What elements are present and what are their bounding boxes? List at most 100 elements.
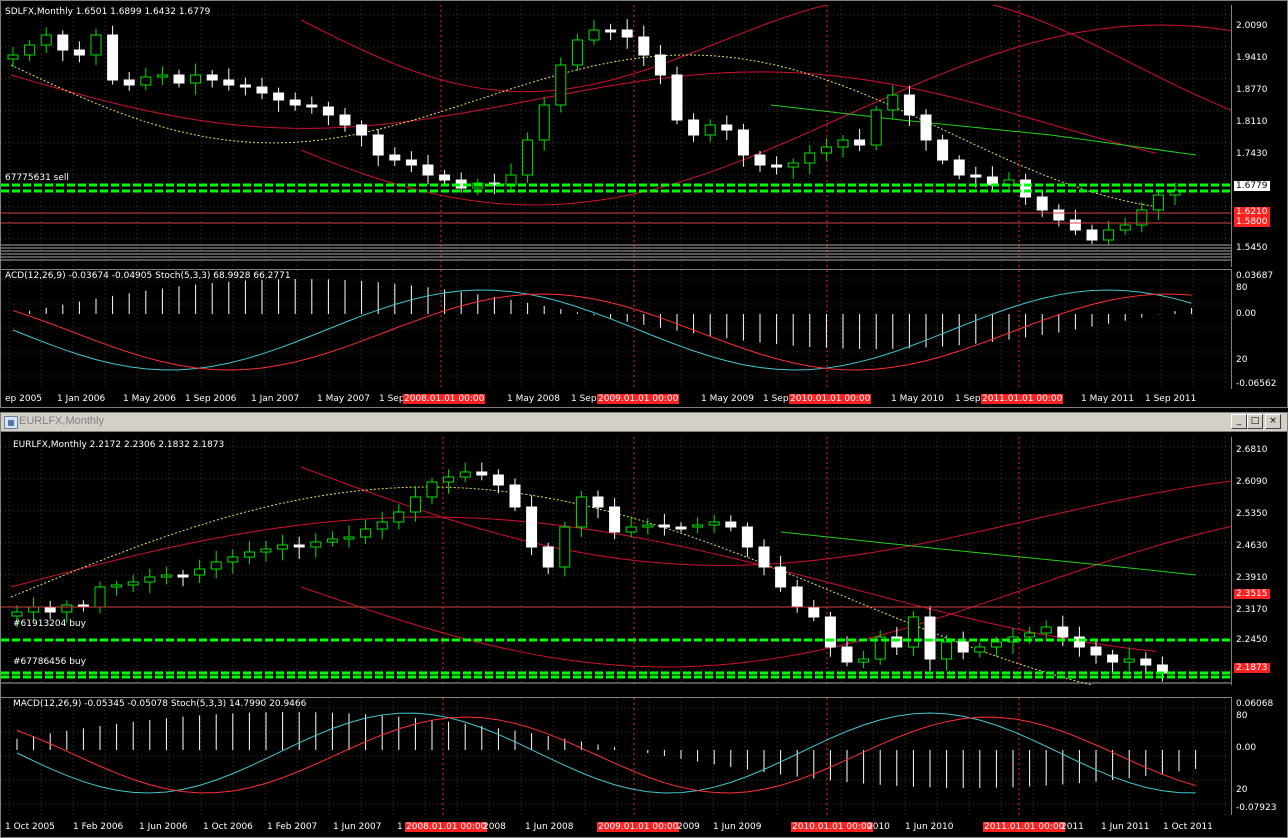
candle-body (758, 546, 770, 568)
candle-body (808, 606, 820, 618)
candle-body (642, 524, 654, 528)
candle-body (243, 551, 255, 558)
current-price-box: 1.6779 (1234, 181, 1270, 191)
date-tick: 1 Sep (955, 394, 981, 404)
date-tick: 1 May 2011 (1081, 394, 1134, 404)
date-tick: 1 May 2010 (891, 394, 944, 404)
date-tick: 1 Sep (571, 394, 597, 404)
date-tick: 1 Feb 2006 (73, 822, 124, 832)
candle-body (293, 544, 305, 548)
top-price-chart[interactable] (1, 5, 1231, 267)
candle-body (111, 584, 123, 588)
date-tick: 1 Feb 2007 (267, 822, 318, 832)
date-cursor-label: 2009.01.01 00:00 (597, 394, 680, 404)
candle-body (173, 74, 185, 84)
candle-body (277, 544, 289, 550)
candle-body (907, 616, 919, 648)
ind-tick: 20 (1236, 355, 1248, 365)
candle-body (223, 79, 235, 86)
candle-body (575, 496, 587, 528)
candle-body (190, 74, 202, 84)
minimize-button[interactable]: _ (1231, 414, 1247, 429)
top-date-axis: ep 2005 1 Jan 2006 1 May 2006 1 Sep 2006… (1, 391, 1231, 407)
date-cursor-label: 2008.01.01 00:00 (403, 394, 486, 404)
candle-body (692, 524, 704, 528)
candle-body (721, 124, 733, 131)
candle-body (1040, 626, 1052, 634)
candle-body (638, 36, 650, 56)
red-price-box: 2.3515 (1234, 589, 1270, 599)
bottom-indicator-header: MACD(12,26,9) -0.05345 -0.05078 Stoch(5,… (13, 699, 307, 709)
candle-body (439, 174, 451, 181)
candle-body (409, 496, 421, 513)
candle-body (704, 124, 716, 136)
candle-body (44, 606, 56, 613)
candle-body (741, 526, 753, 548)
bottom-window-titlebar[interactable]: ▦ EURLFX,Monthly _ □ × (1, 413, 1287, 432)
candle-body (28, 606, 40, 613)
candle-body (854, 139, 866, 146)
candle-body (40, 34, 52, 46)
candle-body (1152, 194, 1164, 211)
candle-body (1020, 179, 1032, 198)
price-tick: 1.5450 (1236, 243, 1268, 253)
candle-body (306, 104, 318, 108)
bottom-indicator-panel[interactable] (1, 697, 1231, 816)
candle-body (990, 641, 1002, 648)
ma-long (780, 531, 1197, 576)
top-indicator-panel[interactable] (1, 269, 1231, 390)
candle-body (1036, 196, 1048, 211)
date-tick: 1 Jan 2006 (57, 394, 106, 404)
candle-body (903, 94, 915, 116)
chart-window-icon: ▦ (4, 416, 18, 429)
candle-body (1140, 658, 1152, 666)
price-tick: 2.6090 (1236, 477, 1268, 487)
stoch-signal (12, 293, 1192, 371)
candle-body (1103, 229, 1115, 241)
date-tick: 1 (397, 822, 403, 832)
candle-body (7, 54, 19, 60)
date-tick: 1 Sep 2006 (185, 394, 237, 404)
candle-body (870, 109, 882, 146)
price-tick: 2.5350 (1236, 509, 1268, 519)
window-title: EURLFX,Monthly (19, 415, 104, 427)
order-label-buy: #61913204 buy (13, 619, 86, 629)
candle-body (127, 581, 139, 586)
candle-body (459, 471, 471, 478)
red-price-box: 2.1873 (1234, 663, 1270, 673)
order-label-sell: 67775631 sell (5, 173, 69, 183)
candle-body (61, 604, 73, 613)
candle-body (592, 496, 604, 508)
candle-body (144, 576, 156, 583)
candle-body (688, 119, 700, 136)
candle-body (771, 164, 783, 168)
price-tick: 1.7430 (1236, 149, 1268, 159)
top-chart-window[interactable]: SDLFX,Monthly 1.6501 1.6899 1.6432 1.677… (0, 0, 1288, 408)
date-tick: ep 2005 (5, 394, 43, 404)
candle-body (156, 74, 168, 78)
ind-tick: 20 (1236, 785, 1248, 795)
bottom-chart-window[interactable]: ▦ EURLFX,Monthly _ □ × EURLFX,Monthly 2.… (0, 412, 1288, 838)
candle-body (675, 526, 687, 530)
date-tick: 1 Sep (763, 394, 789, 404)
date-cursor-label: 2008.01.01 00:00 (405, 822, 488, 832)
stoch-main (12, 289, 1192, 371)
close-button[interactable]: × (1265, 414, 1281, 429)
ind-tick: 0.06068 (1236, 699, 1274, 709)
candle-body (273, 92, 285, 101)
candle-body (1107, 654, 1119, 663)
candle-body (841, 646, 853, 663)
candle-body (858, 658, 870, 663)
candle-body (289, 99, 301, 106)
bottom-date-axis: 1 Oct 2005 1 Feb 2006 1 Jun 2006 1 Oct 2… (1, 819, 1231, 837)
candle-body (260, 548, 272, 553)
bottom-price-chart[interactable] (1, 437, 1231, 685)
candle-body (90, 34, 102, 56)
candle-body (654, 54, 666, 76)
price-tick: 2.6810 (1236, 445, 1268, 455)
candle-body (372, 134, 384, 156)
candle-body (256, 86, 268, 94)
candle-body (405, 159, 417, 166)
candle-body (625, 526, 637, 533)
maximize-button[interactable]: □ (1247, 414, 1263, 429)
